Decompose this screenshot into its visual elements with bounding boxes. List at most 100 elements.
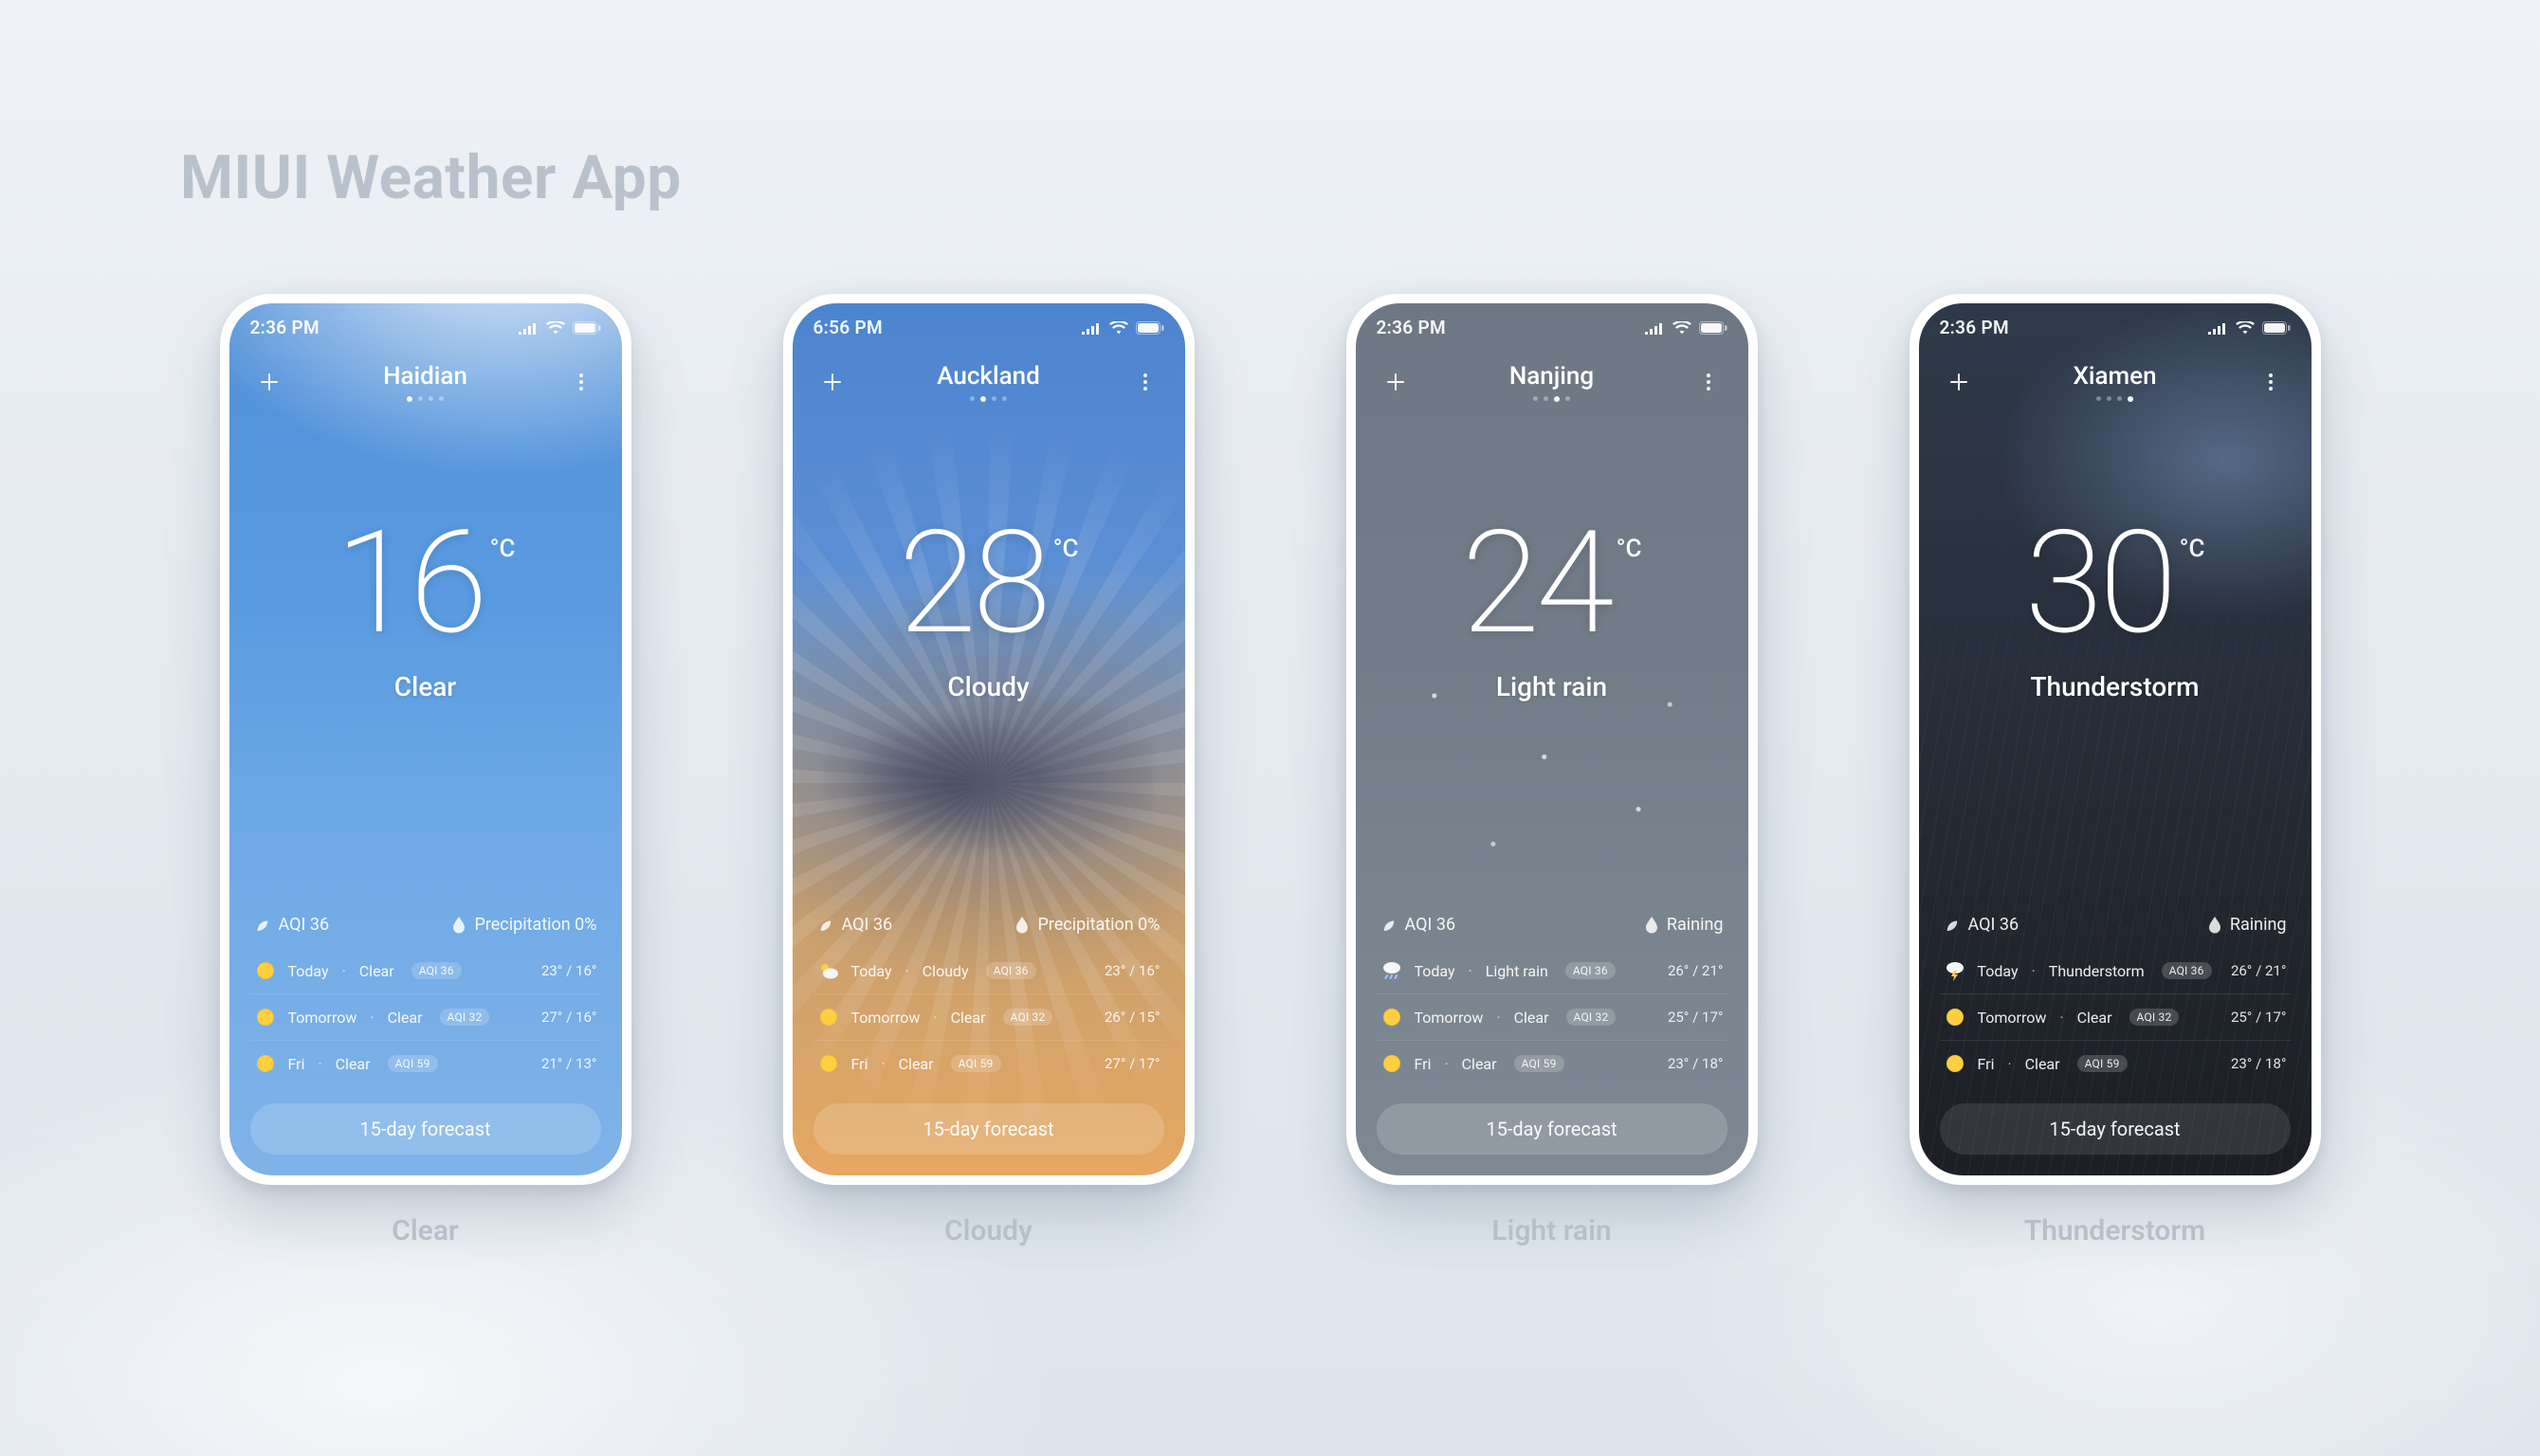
wifi-icon — [1109, 321, 1128, 335]
forecast-button[interactable]: 15-day forecast — [1940, 1103, 2291, 1155]
forecast-row[interactable]: Tomorrow· Clear AQI 32 25° / 17° — [1940, 993, 2291, 1040]
phone-frame: 2:36 PM Xiamen 30°C Thunderstorm — [1910, 294, 2321, 1185]
leaf-icon — [817, 917, 834, 934]
precip-text: Precipitation 0% — [474, 915, 596, 935]
raindrop-icon — [451, 917, 466, 934]
phone-frame: 6:56 PM Auckland 28°C Cloudy — [783, 294, 1195, 1185]
forecast-row[interactable]: Fri· Clear AQI 59 21° / 13° — [250, 1040, 601, 1086]
more-menu-button[interactable] — [1690, 363, 1727, 401]
sun-icon — [254, 1052, 277, 1075]
weather-screen[interactable]: 2:36 PM Nanjing 24°C Light rain — [1356, 303, 1748, 1175]
weather-header: Xiamen — [1940, 362, 2291, 402]
rain-cloud-icon — [1380, 959, 1403, 982]
forecast-condition: Clear — [359, 962, 394, 980]
pager-dots — [2073, 396, 2156, 402]
forecast-button[interactable]: 15-day forecast — [250, 1103, 601, 1155]
raindrop-icon — [1014, 917, 1030, 934]
forecast-row[interactable]: Fri· Clear AQI 59 23° / 18° — [1940, 1040, 2291, 1086]
condition-label: Clear — [229, 671, 622, 702]
city-title[interactable]: Haidian — [383, 362, 467, 402]
aqi-chip[interactable]: AQI 36 — [1380, 915, 1456, 935]
forecast-row[interactable]: Tomorrow· Clear AQI 32 26° / 15° — [813, 993, 1164, 1040]
weather-screen[interactable]: 2:36 PM Haidian — [229, 303, 622, 1175]
wifi-icon — [2236, 321, 2255, 335]
screen-caption: Cloudy — [783, 1214, 1195, 1247]
weather-header: Auckland — [813, 362, 1164, 402]
signal-icon — [1081, 321, 1102, 335]
add-city-button[interactable] — [1377, 363, 1415, 401]
city-title[interactable]: Auckland — [937, 362, 1039, 402]
aqi-chip[interactable]: AQI 36 — [254, 915, 330, 935]
forecast-button[interactable]: 15-day forecast — [1377, 1103, 1727, 1155]
forecast-row[interactable]: Fri· Clear AQI 59 23° / 18° — [1377, 1040, 1727, 1086]
weather-screen[interactable]: 6:56 PM Auckland 28°C Cloudy — [793, 303, 1185, 1175]
forecast-row[interactable]: Tomorrow· Clear AQI 32 27° / 16° — [250, 993, 601, 1040]
phone-frame: 2:36 PM Nanjing 24°C Light rain — [1346, 294, 1758, 1185]
city-title[interactable]: Nanjing — [1509, 362, 1594, 402]
plus-icon — [1947, 371, 1970, 393]
wifi-icon — [1672, 321, 1691, 335]
forecast-row[interactable]: Fri· Clear AQI 59 27° / 17° — [813, 1040, 1164, 1086]
screen-caption: Light rain — [1346, 1214, 1758, 1247]
aqi-chip[interactable]: AQI 36 — [817, 915, 893, 935]
weather-header: Haidian — [250, 362, 601, 402]
aqi-chip[interactable]: AQI 36 — [1944, 915, 2019, 935]
plus-icon — [258, 371, 281, 393]
pager-dots — [937, 396, 1039, 402]
current-weather: 30°C Thunderstorm — [1919, 512, 2312, 702]
more-vertical-icon — [2259, 371, 2282, 393]
sun-icon — [254, 959, 277, 982]
current-weather: 24°C Light rain — [1356, 512, 1748, 702]
forecast-row[interactable]: Today· Light rain AQI 36 26° / 21° — [1377, 948, 1727, 993]
weather-screen[interactable]: 2:36 PM Xiamen 30°C Thunderstorm — [1919, 303, 2312, 1175]
status-bar: 6:56 PM — [813, 317, 1164, 338]
phone-frame: 2:36 PM Haidian — [220, 294, 631, 1185]
add-city-button[interactable] — [250, 363, 288, 401]
status-icons — [518, 321, 601, 335]
current-weather: 28°C Cloudy — [793, 512, 1185, 702]
more-menu-button[interactable] — [2252, 363, 2290, 401]
temperature-unit: °C — [490, 535, 516, 563]
meta-row: AQI 36 Precipitation 0% — [250, 915, 601, 948]
battery-icon — [1699, 321, 1727, 335]
battery-icon — [1136, 321, 1164, 335]
status-time: 2:36 PM — [1377, 317, 1446, 338]
forecast-row[interactable]: Today· Cloudy AQI 36 23° / 16° — [813, 948, 1164, 993]
city-name: Haidian — [383, 362, 467, 391]
forecast-row[interactable]: Today· Thunderstorm AQI 36 26° / 21° — [1940, 948, 2291, 993]
status-bar: 2:36 PM — [1377, 317, 1727, 338]
sun-icon — [817, 1052, 840, 1075]
precip-chip[interactable]: Raining — [1644, 915, 1724, 935]
city-title[interactable]: Xiamen — [2073, 362, 2156, 402]
leaf-icon — [1944, 917, 1961, 934]
more-vertical-icon — [1134, 371, 1157, 393]
precip-chip[interactable]: Precipitation 0% — [451, 915, 596, 935]
status-icons — [1081, 321, 1164, 335]
temperature-value: 16 — [335, 512, 484, 654]
thunder-cloud-icon — [1944, 959, 1966, 982]
more-menu-button[interactable] — [562, 363, 600, 401]
forecast-panel: AQI 36 Precipitation 0% Today· Cloudy — [813, 915, 1164, 1155]
pager-dots — [383, 396, 467, 402]
page-title: MIUI Weather App — [180, 142, 682, 213]
status-bar: 2:36 PM — [1940, 317, 2291, 338]
more-menu-button[interactable] — [1126, 363, 1164, 401]
add-city-button[interactable] — [1940, 363, 1978, 401]
signal-icon — [2207, 321, 2228, 335]
forecast-row[interactable]: Today · Clear AQI 36 23° / 16° — [250, 948, 601, 993]
sun-icon — [254, 1006, 277, 1028]
phone-row: 2:36 PM Haidian — [0, 294, 2540, 1185]
plus-icon — [821, 371, 844, 393]
sun-icon — [1944, 1006, 1966, 1028]
status-icons — [2207, 321, 2291, 335]
forecast-panel: AQI 36 Raining Today· Light rain AQI — [1377, 915, 1727, 1155]
precip-chip[interactable]: Raining — [2207, 915, 2287, 935]
precip-chip[interactable]: Precipitation 0% — [1014, 915, 1160, 935]
add-city-button[interactable] — [813, 363, 851, 401]
leaf-icon — [254, 917, 271, 934]
weather-header: Nanjing — [1377, 362, 1727, 402]
leaf-icon — [1380, 917, 1398, 934]
forecast-button[interactable]: 15-day forecast — [813, 1103, 1164, 1155]
forecast-row[interactable]: Tomorrow· Clear AQI 32 25° / 17° — [1377, 993, 1727, 1040]
forecast-panel: AQI 36 Raining Today· Thunderstorm A — [1940, 915, 2291, 1155]
